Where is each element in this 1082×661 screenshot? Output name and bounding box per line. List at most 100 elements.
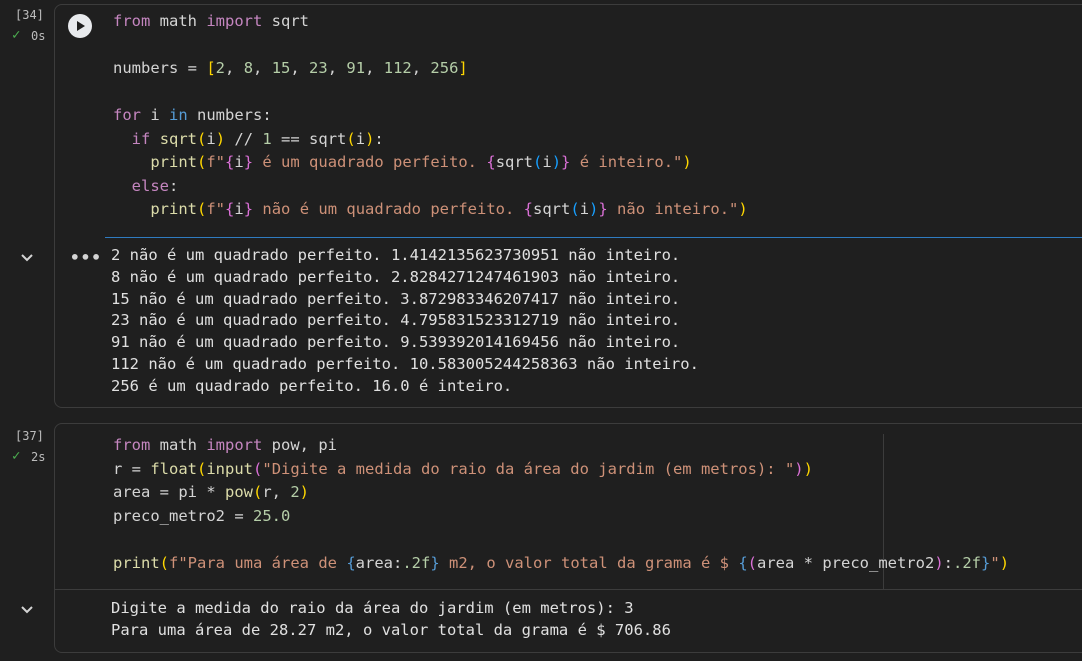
code-token: ) — [934, 553, 944, 572]
code-token: .2f — [953, 553, 981, 572]
code-token: : — [169, 176, 179, 195]
code-token: i — [542, 153, 552, 171]
more-horizontal-icon[interactable]: ••• — [70, 248, 102, 267]
code-token: i — [234, 200, 244, 218]
cell1-exec-time: 0s — [31, 29, 46, 43]
code-token: == sqrt — [271, 129, 347, 148]
cell1-code-line: from math import sqrt — [113, 10, 748, 34]
code-token: 8 — [243, 59, 254, 77]
run-button[interactable] — [68, 14, 92, 38]
cell2-code-line: area = pi * pow(r, 2) — [113, 481, 1009, 505]
cell2-exec-count: [37] — [15, 429, 44, 443]
code-token: não é um quadrado perfeito. — [253, 200, 524, 218]
code-token: { — [346, 553, 356, 572]
cell1-code-line: for i in numbers: — [113, 104, 748, 128]
code-token: } — [430, 553, 440, 572]
code-token: 112 — [383, 59, 412, 77]
code-token: ) — [999, 553, 1010, 572]
code-token: preco_metro2 = — [113, 506, 253, 525]
output-line: 256 é um quadrado perfeito. 16.0 é intei… — [111, 376, 513, 395]
code-token: ] — [458, 59, 468, 77]
code-token: m2, o valor total da grama é $ — [439, 553, 739, 572]
code-token: { — [523, 200, 534, 218]
code-token: for — [113, 106, 141, 124]
chevron-down-icon — [21, 254, 33, 262]
code-token: } — [981, 553, 991, 572]
cell1-exec-count: [34] — [15, 8, 44, 22]
code-token: não inteiro." — [607, 200, 739, 218]
code-token: f"Para uma área de — [169, 553, 347, 572]
code-token: ) — [738, 200, 748, 218]
code-token: r, — [262, 483, 291, 501]
chevron-down-icon — [21, 606, 33, 614]
editor-output-divider — [105, 237, 1082, 238]
cell2-code-line: r = float(input("Digite a medida do raio… — [113, 458, 1009, 482]
code-token: else — [131, 176, 169, 195]
code-token: 15 — [271, 59, 291, 77]
cell1-code-line — [113, 81, 748, 105]
output-line: 15 não é um quadrado perfeito. 3.8729833… — [111, 289, 681, 308]
code-token: print — [113, 553, 160, 572]
code-token: ( — [197, 459, 207, 478]
cell1-code-line: numbers = [2, 8, 15, 23, 91, 112, 256] — [113, 57, 748, 81]
code-token: pow — [224, 483, 253, 501]
code-token: } — [243, 200, 254, 218]
code-token: input — [206, 459, 254, 478]
editor-output-divider-2 — [55, 589, 1082, 590]
code-token: 2 — [290, 483, 300, 501]
code-token: { — [738, 553, 748, 572]
code-token: f" — [206, 153, 226, 171]
code-token: ( — [159, 553, 170, 572]
code-token: [ — [206, 59, 216, 77]
code-token: float — [150, 459, 197, 478]
cell2-code-editor[interactable]: from math import pow, pi r = float(input(… — [113, 434, 1009, 575]
code-token: ) — [794, 459, 804, 478]
code-token: { — [486, 153, 496, 171]
cell1-code-line: if sqrt(i) // 1 == sqrt(i): — [113, 128, 748, 152]
code-token: ( — [747, 553, 757, 572]
code-token: if — [131, 129, 151, 148]
code-token: ( — [197, 200, 207, 218]
code-token: , — [290, 59, 310, 77]
cell2-code-line: print(f"Para uma área de {area:.2f} m2, … — [113, 552, 1009, 576]
code-token: ( — [346, 129, 356, 148]
code-token: { — [225, 200, 235, 218]
code-token: import — [206, 436, 263, 454]
code-token: } — [598, 200, 608, 218]
code-token: import — [206, 12, 263, 30]
code-token: 1 — [262, 129, 272, 148]
code-token: print — [150, 200, 197, 218]
output-line: Para uma área de 28.27 m2, o valor total… — [111, 620, 671, 639]
cell1-code-line: else: — [113, 175, 748, 199]
code-token: 23 — [309, 59, 328, 77]
cell1-output-toggle[interactable] — [19, 250, 35, 270]
code-token: , — [327, 59, 347, 77]
cell1-code-editor[interactable]: from math import sqrt numbers = [2, 8, 15… — [113, 10, 748, 222]
code-token: ) — [682, 153, 692, 171]
code-token: ) — [551, 153, 562, 171]
code-token: : — [374, 129, 384, 148]
code-token: numbers = — [113, 59, 207, 77]
code-token: } — [243, 153, 254, 171]
play-icon — [77, 21, 85, 31]
code-token: print — [150, 153, 197, 171]
code-token: " — [990, 553, 1000, 572]
code-token: ( — [197, 153, 207, 171]
cell2-output-toggle[interactable] — [19, 602, 35, 622]
code-token: sqrt — [262, 12, 309, 30]
code-token: from — [113, 12, 151, 30]
cell1-output: 2 não é um quadrado perfeito. 1.41421356… — [111, 245, 699, 398]
code-token: ( — [252, 483, 263, 501]
cell2-code-line: from math import pow, pi — [113, 434, 1009, 458]
code-token: 2 — [215, 59, 226, 77]
cell1-code-line: print(f"{i} não é um quadrado perfeito. … — [113, 198, 748, 222]
cell2-exec-time: 2s — [31, 450, 46, 464]
code-token: // — [225, 129, 263, 148]
code-token: numbers: — [187, 106, 272, 124]
code-token: ( — [253, 459, 263, 478]
code-token: math — [150, 12, 207, 30]
code-token: ( — [570, 200, 580, 218]
code-token: i — [141, 106, 169, 124]
